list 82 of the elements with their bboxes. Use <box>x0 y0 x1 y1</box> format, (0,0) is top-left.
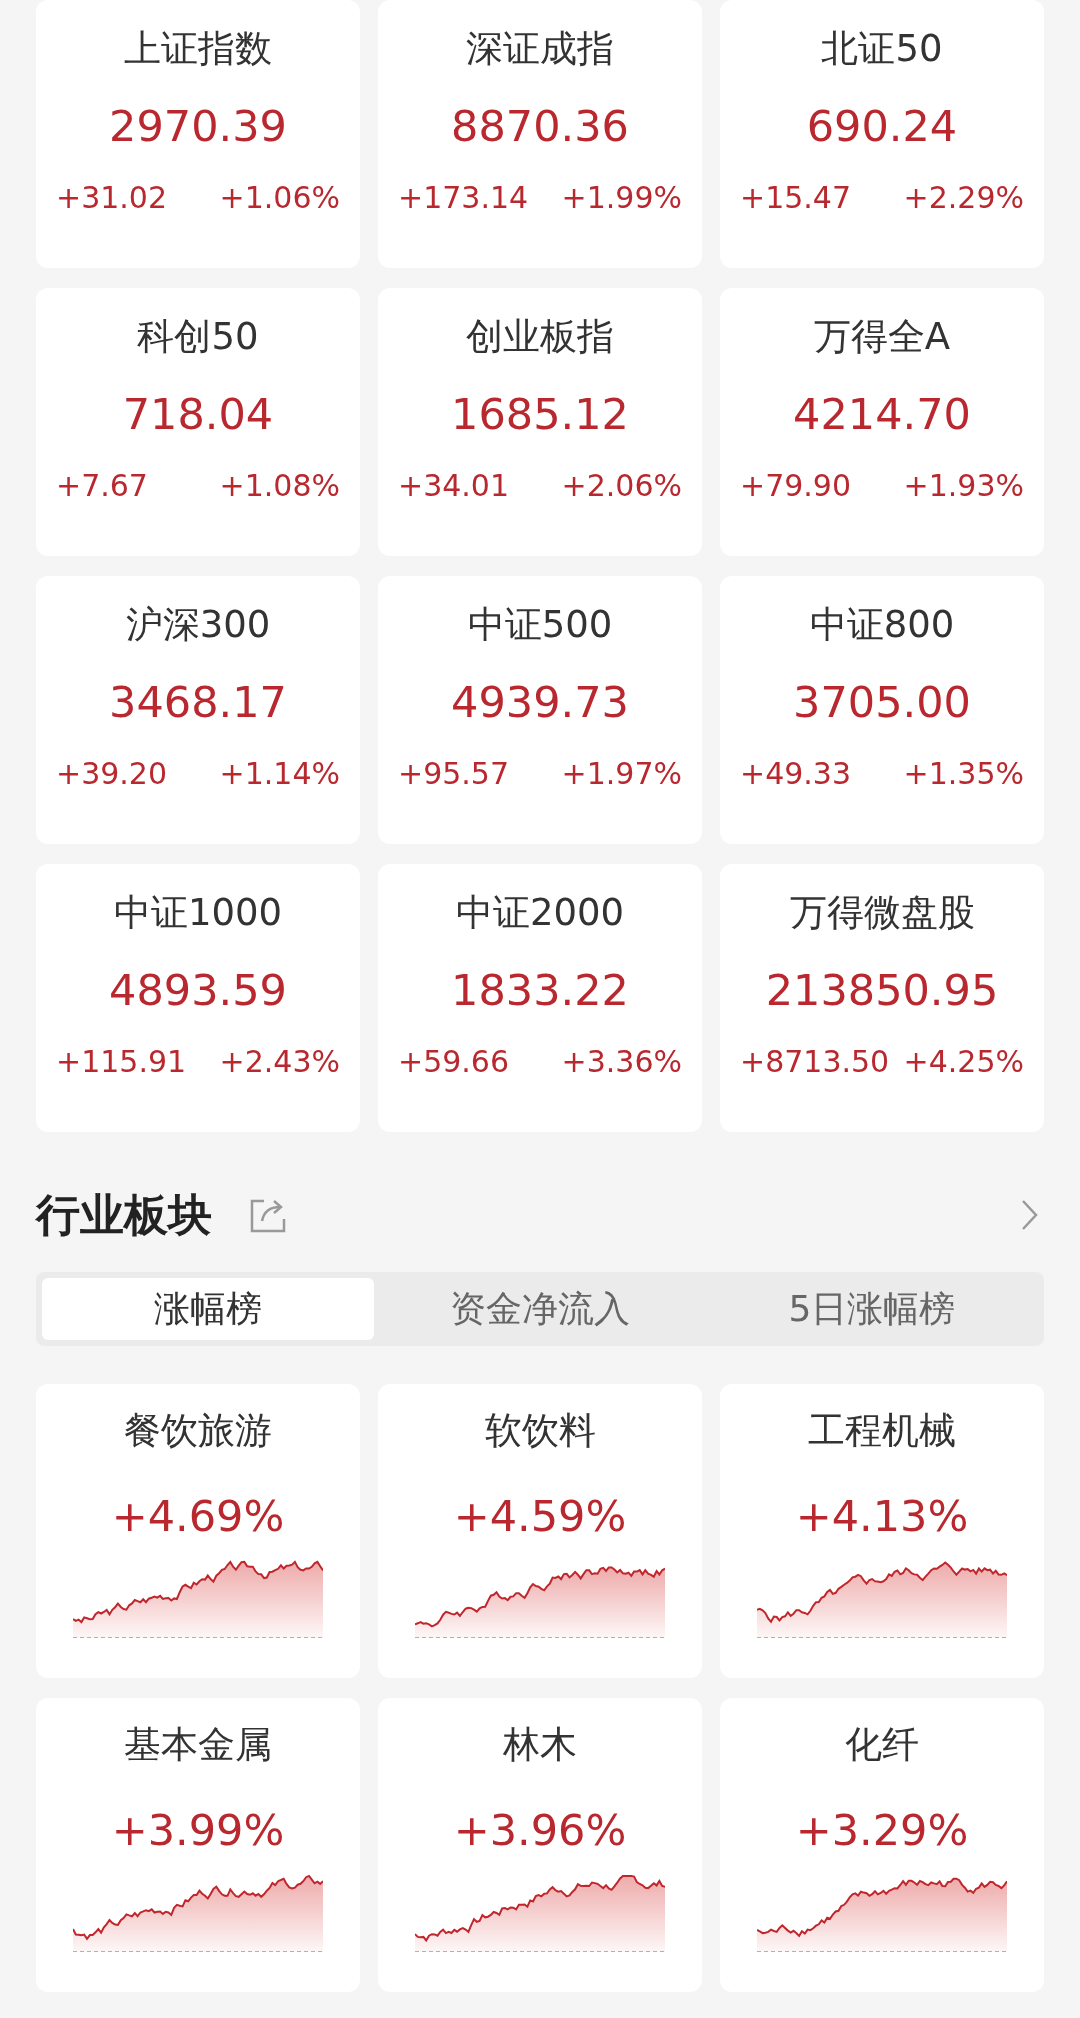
index-name: 北证50 <box>821 26 943 72</box>
index-name: 中证500 <box>467 602 613 648</box>
change-value: +34.01 <box>398 467 510 505</box>
sector-card[interactable]: 餐饮旅游 +4.69% <box>36 1384 360 1678</box>
change-value: +8713.50 <box>740 1043 890 1081</box>
sector-percent: +4.69% <box>111 1490 285 1543</box>
sector-card[interactable]: 工程机械 +4.13% <box>720 1384 1044 1678</box>
index-name: 万得全A <box>813 314 951 360</box>
index-card[interactable]: 沪深300 3468.17 +39.20 +1.14% <box>36 576 360 844</box>
sector-name: 化纤 <box>845 1722 919 1768</box>
index-price: 4214.70 <box>793 388 971 441</box>
change-percent: +1.99% <box>561 179 682 217</box>
change-value: +7.67 <box>56 467 148 505</box>
change-percent: +1.97% <box>561 755 682 793</box>
sector-card[interactable]: 基本金属 +3.99% <box>36 1698 360 1992</box>
index-name: 中证1000 <box>113 890 283 936</box>
change-value: +49.33 <box>740 755 852 793</box>
sector-name: 工程机械 <box>808 1408 956 1454</box>
sector-name: 林木 <box>503 1722 577 1768</box>
index-price: 4939.73 <box>451 676 629 729</box>
sector-name: 软饮料 <box>484 1408 596 1454</box>
index-name: 上证指数 <box>124 26 272 72</box>
index-price: 1833.22 <box>451 964 629 1017</box>
change-percent: +1.08% <box>219 467 340 505</box>
change-value: +173.14 <box>398 179 529 217</box>
change-value: +39.20 <box>56 755 168 793</box>
sector-percent: +3.96% <box>453 1804 627 1857</box>
index-name: 中证800 <box>809 602 955 648</box>
change-value: +95.57 <box>398 755 510 793</box>
change-percent: +4.25% <box>903 1043 1024 1081</box>
index-card[interactable]: 中证800 3705.00 +49.33 +1.35% <box>720 576 1044 844</box>
change-value: +59.66 <box>398 1043 510 1081</box>
change-percent: +1.06% <box>219 179 340 217</box>
sector-name: 餐饮旅游 <box>124 1408 272 1454</box>
index-card[interactable]: 万得全A 4214.70 +79.90 +1.93% <box>720 288 1044 556</box>
change-value: +115.91 <box>56 1043 187 1081</box>
index-name: 深证成指 <box>466 26 614 72</box>
sector-card[interactable]: 化纤 +3.29% <box>720 1698 1044 1992</box>
index-card[interactable]: 创业板指 1685.12 +34.01 +2.06% <box>378 288 702 556</box>
index-name: 中证2000 <box>455 890 625 936</box>
index-card[interactable]: 中证500 4939.73 +95.57 +1.97% <box>378 576 702 844</box>
index-price: 718.04 <box>122 388 274 441</box>
change-percent: +1.35% <box>903 755 1024 793</box>
change-percent: +2.29% <box>903 179 1024 217</box>
index-price: 3468.17 <box>109 676 287 729</box>
change-value: +79.90 <box>740 467 852 505</box>
tab[interactable]: 5日涨幅榜 <box>706 1278 1038 1340</box>
index-price: 2970.39 <box>109 100 287 153</box>
index-card[interactable]: 深证成指 8870.36 +173.14 +1.99% <box>378 0 702 268</box>
index-card[interactable]: 万得微盘股 213850.95 +8713.50 +4.25% <box>720 864 1044 1132</box>
index-card[interactable]: 中证1000 4893.59 +115.91 +2.43% <box>36 864 360 1132</box>
sector-card[interactable]: 林木 +3.96% <box>378 1698 702 1992</box>
index-card[interactable]: 中证2000 1833.22 +59.66 +3.36% <box>378 864 702 1132</box>
index-card[interactable]: 上证指数 2970.39 +31.02 +1.06% <box>36 0 360 268</box>
index-name: 沪深300 <box>125 602 271 648</box>
change-percent: +2.06% <box>561 467 682 505</box>
sector-percent: +3.29% <box>795 1804 969 1857</box>
change-percent: +3.36% <box>561 1043 682 1081</box>
index-name: 科创50 <box>137 314 259 360</box>
change-value: +15.47 <box>740 179 852 217</box>
index-price: 3705.00 <box>793 676 971 729</box>
section-title: 行业板块 <box>36 1187 212 1242</box>
sector-name: 基本金属 <box>124 1722 272 1768</box>
index-price: 1685.12 <box>451 388 629 441</box>
index-name: 万得微盘股 <box>789 890 975 936</box>
index-card[interactable]: 科创50 718.04 +7.67 +1.08% <box>36 288 360 556</box>
sector-percent: +4.59% <box>453 1490 627 1543</box>
change-percent: +1.14% <box>219 755 340 793</box>
change-percent: +1.93% <box>903 467 1024 505</box>
index-price: 4893.59 <box>109 964 287 1017</box>
index-name: 创业板指 <box>466 314 614 360</box>
tab[interactable]: 资金净流入 <box>374 1278 706 1340</box>
sector-percent: +3.99% <box>111 1804 285 1857</box>
tab[interactable]: 涨幅榜 <box>42 1278 374 1340</box>
sector-percent: +4.13% <box>795 1490 969 1543</box>
index-price: 690.24 <box>806 100 958 153</box>
index-price: 213850.95 <box>765 964 999 1017</box>
index-price: 8870.36 <box>451 100 629 153</box>
change-percent: +2.43% <box>219 1043 340 1081</box>
sector-card[interactable]: 软饮料 +4.59% <box>378 1384 702 1678</box>
index-card[interactable]: 北证50 690.24 +15.47 +2.29% <box>720 0 1044 268</box>
change-value: +31.02 <box>56 179 168 217</box>
